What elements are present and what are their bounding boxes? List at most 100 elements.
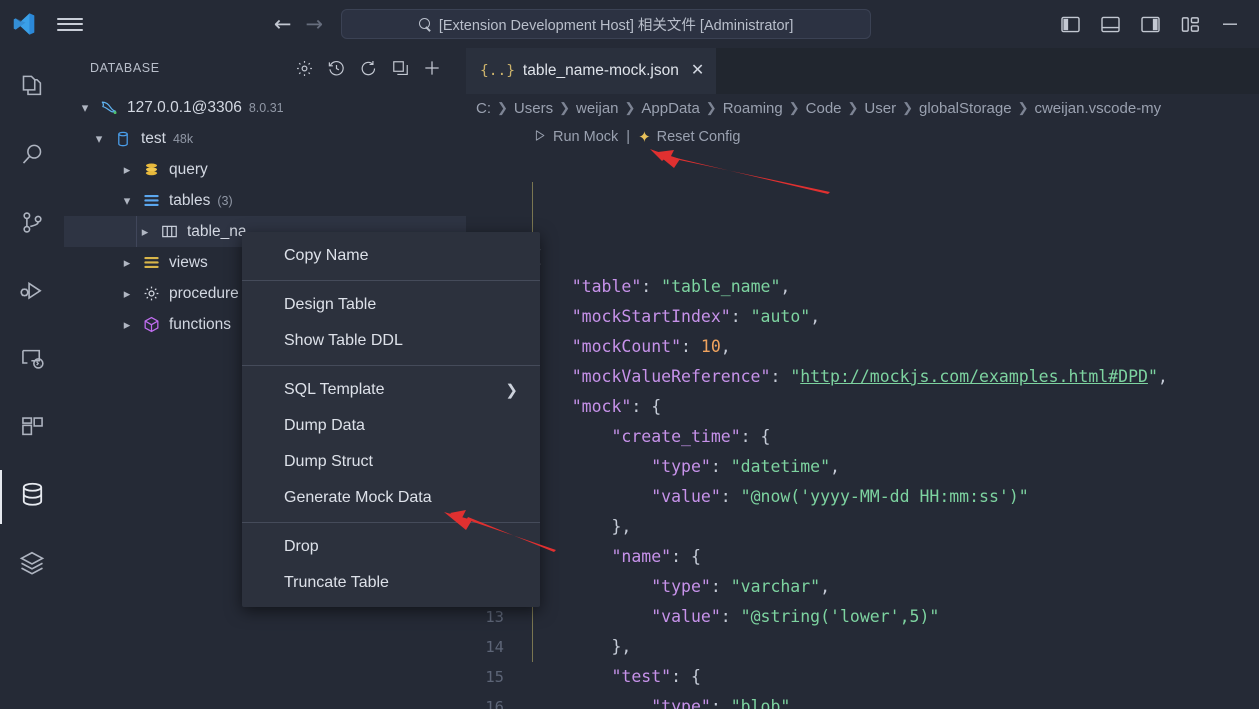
play-triangle-icon[interactable] — [532, 128, 547, 147]
menu-item-design-table[interactable]: Design Table — [242, 287, 540, 323]
collapse-all-icon[interactable] — [390, 58, 410, 78]
code-line[interactable]: 14 }, — [466, 632, 1259, 662]
toggle-primary-sidebar-icon[interactable] — [1053, 7, 1087, 41]
tables-count: (3) — [217, 193, 233, 208]
forward-arrow-icon[interactable]: → — [306, 13, 324, 35]
code-line[interactable]: 8 "type": "datetime", — [466, 452, 1259, 482]
hamburger-bar — [57, 17, 83, 20]
code-line[interactable]: 6 "mock": { — [466, 392, 1259, 422]
breadcrumb-item[interactable]: cweijan.vscode-my — [1034, 100, 1161, 117]
breadcrumb-item[interactable]: Code — [806, 100, 842, 117]
menu-item-drop[interactable]: Drop — [242, 529, 540, 565]
menu-item-sql-template[interactable]: SQL Template ❯ — [242, 372, 540, 408]
code-token: "@now('yyyy-MM-dd HH:mm:ss')" — [740, 487, 1029, 506]
table-columns-icon — [156, 222, 182, 241]
code-line[interactable]: 3 "mockStartIndex": "auto", — [466, 302, 1259, 332]
code-token: }, — [532, 517, 632, 536]
code-line[interactable]: 12 "type": "varchar", — [466, 572, 1259, 602]
chevron-right-icon[interactable]: ▸ — [134, 224, 156, 240]
menu-item-show-table-ddl[interactable]: Show Table DDL — [242, 323, 540, 359]
code-line[interactable]: 10 }, — [466, 512, 1259, 542]
activity-item-explorer[interactable] — [0, 62, 64, 116]
activity-item-remote-explorer[interactable] — [0, 334, 64, 388]
code-line[interactable]: 11 "name": { — [466, 542, 1259, 572]
history-icon[interactable] — [326, 58, 346, 78]
customize-layout-icon[interactable] — [1173, 7, 1207, 41]
code-line[interactable]: 7 "create_time": { — [466, 422, 1259, 452]
refresh-icon[interactable] — [358, 58, 378, 78]
hamburger-menu-icon[interactable] — [48, 0, 92, 48]
chevron-right-icon[interactable]: ▸ — [116, 255, 138, 271]
code-token: "value" — [651, 487, 721, 506]
close-icon[interactable]: ✕ — [691, 63, 704, 79]
breadcrumb-item[interactable]: Users — [514, 100, 553, 117]
menu-item-copy-name[interactable]: Copy Name — [242, 238, 540, 274]
tree-item-schema-test[interactable]: ▾ test 48k — [64, 123, 466, 154]
codelens-run-mock[interactable]: Run Mock — [553, 129, 618, 145]
sidebar-header: DATABASE — [64, 48, 466, 88]
code-token: "type" — [651, 577, 711, 596]
code-text: "create_time": { — [522, 422, 770, 452]
vscode-logo-icon — [0, 0, 48, 48]
menu-item-dump-data[interactable]: Dump Data — [242, 408, 540, 444]
back-arrow-icon[interactable]: ← — [274, 13, 292, 35]
activity-item-run-and-debug[interactable] — [0, 266, 64, 320]
code-line[interactable]: 9 "value": "@now('yyyy-MM-dd HH:mm:ss')" — [466, 482, 1259, 512]
editor-tab-table-name-mock-json[interactable]: {..} table_name-mock.json ✕ — [466, 48, 717, 94]
command-center-search[interactable]: [Extension Development Host] 相关文件 [Admin… — [341, 9, 872, 39]
menu-item-dump-struct[interactable]: Dump Struct — [242, 444, 540, 480]
minimize-window-icon[interactable] — [1213, 7, 1247, 41]
breadcrumb-item[interactable]: weijan — [576, 100, 619, 117]
code-line[interactable]: 13 "value": "@string('lower',5)" — [466, 602, 1259, 632]
chevron-right-icon[interactable]: ▸ — [116, 162, 138, 178]
code-line[interactable]: 5 "mockValueReference": "http://mockjs.c… — [466, 362, 1259, 392]
toggle-panel-icon[interactable] — [1093, 7, 1127, 41]
command-center-text: [Extension Development Host] 相关文件 [Admin… — [438, 17, 794, 34]
code-token: , — [810, 307, 821, 326]
breadcrumb-item[interactable]: C: — [476, 100, 491, 117]
code-token: : { — [671, 547, 701, 566]
activity-item-extensions[interactable] — [0, 402, 64, 456]
activity-item-layers[interactable] — [0, 538, 64, 592]
tree-item-query[interactable]: ▸ query — [64, 154, 466, 185]
menu-item-generate-mock-data[interactable]: Generate Mock Data — [242, 480, 540, 516]
tab-label: table_name-mock.json — [522, 62, 679, 79]
breadcrumb-item[interactable]: AppData — [641, 100, 699, 117]
chevron-down-icon[interactable]: ▾ — [116, 193, 138, 209]
tree-item-tables[interactable]: ▾ tables (3) — [64, 185, 466, 216]
code-text: "table": "table_name", — [522, 272, 791, 302]
breadcrumb-item[interactable]: User — [864, 100, 896, 117]
tree-item-connection[interactable]: ▾ 127.0.0.1@3306 8.0.31 — [64, 92, 466, 123]
code-text: "value": "@now('yyyy-MM-dd HH:mm:ss')" — [522, 482, 1029, 512]
codelens-reset-config[interactable]: Reset Config — [657, 129, 741, 145]
code-token: "table_name" — [661, 277, 781, 296]
gear-icon[interactable] — [294, 58, 314, 78]
menu-separator — [242, 522, 540, 523]
activity-item-database[interactable] — [0, 470, 64, 524]
menu-item-truncate-table[interactable]: Truncate Table — [242, 565, 540, 601]
menu-item-label: Copy Name — [284, 247, 369, 264]
breadcrumb-item[interactable]: globalStorage — [919, 100, 1012, 117]
activity-item-search[interactable] — [0, 130, 64, 184]
chevron-right-icon[interactable]: ▸ — [116, 317, 138, 333]
chevron-down-icon[interactable]: ▾ — [74, 100, 96, 116]
toggle-secondary-sidebar-icon[interactable] — [1133, 7, 1167, 41]
chevron-down-icon[interactable]: ▾ — [88, 131, 110, 147]
plus-icon[interactable] — [422, 58, 442, 78]
codelens-row: Run Mock | ✦ Reset Config — [466, 122, 1259, 152]
connection-label: 127.0.0.1@3306 — [127, 98, 242, 116]
code-line[interactable]: 15 "test": { — [466, 662, 1259, 692]
code-token: , — [780, 277, 791, 296]
code-line[interactable]: 2 "table": "table_name", — [466, 272, 1259, 302]
functions-cube-icon — [138, 315, 164, 334]
code-line[interactable]: 4 "mockCount": 10, — [466, 332, 1259, 362]
code-line[interactable]: 16 "type": "blob", — [466, 692, 1259, 709]
breadcrumb-item[interactable]: Roaming — [723, 100, 783, 117]
code-content[interactable]: 1{2 "table": "table_name",3 "mockStartIn… — [466, 152, 1259, 709]
activity-item-source-control[interactable] — [0, 198, 64, 252]
code-token: , — [1157, 367, 1168, 386]
code-token: "value" — [651, 607, 721, 626]
query-label: query — [169, 160, 208, 178]
code-line[interactable]: 1{ — [466, 242, 1259, 272]
chevron-right-icon[interactable]: ▸ — [116, 286, 138, 302]
